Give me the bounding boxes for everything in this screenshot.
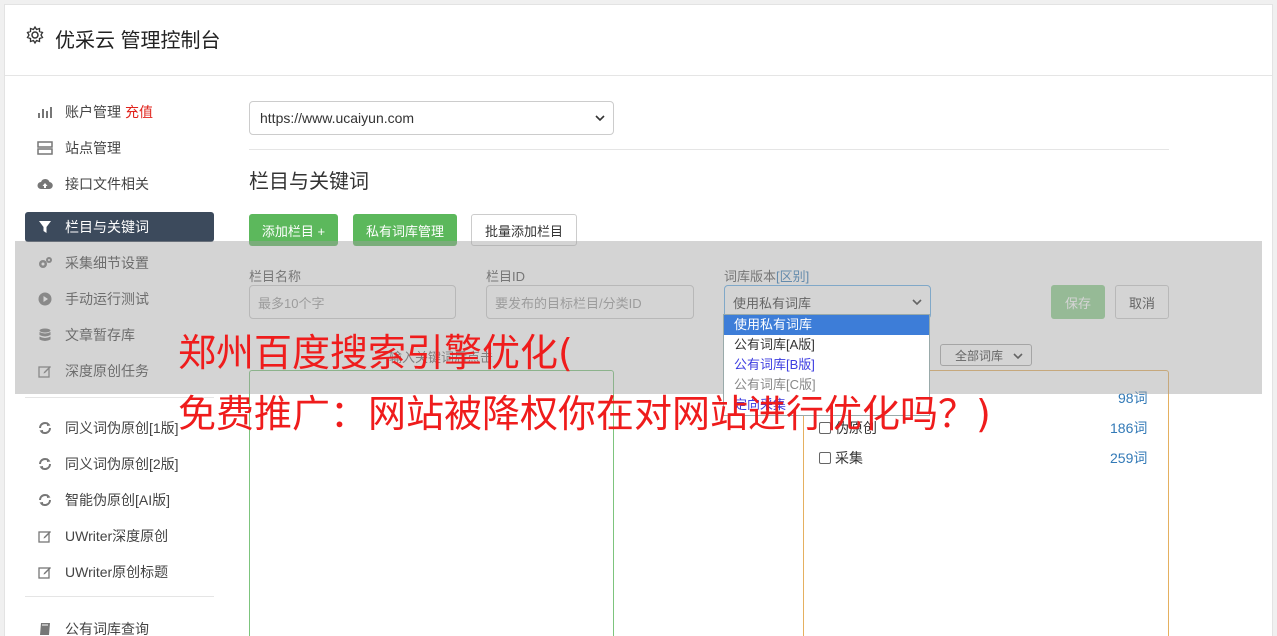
section-title: 栏目与关键词 xyxy=(249,171,369,193)
sidebar-item-columns[interactable]: 栏目与关键词 xyxy=(25,212,214,242)
sidebar-item-label: 栏目与关键词 xyxy=(65,219,149,235)
sidebar-item-uwriter-deep[interactable]: UWriter深度原创 xyxy=(25,521,214,551)
sidebar-item-interface[interactable]: 接口文件相关 xyxy=(25,169,214,199)
checkbox[interactable] xyxy=(819,452,831,464)
sidebar-item-label: 同义词伪原创[1版] xyxy=(65,420,179,436)
sidebar-divider xyxy=(25,596,214,597)
bar-chart-icon xyxy=(37,104,53,120)
site-select[interactable]: https://www.ucaiyun.com xyxy=(249,101,614,135)
page-title: 优采云 管理控制台 xyxy=(55,30,221,52)
sidebar-item-label: 接口文件相关 xyxy=(65,176,149,192)
sidebar-item-label: 同义词伪原创[2版] xyxy=(65,456,179,472)
sidebar-item-uwriter-title[interactable]: UWriter原创标题 xyxy=(25,557,214,587)
header: 优采云 管理控制台 xyxy=(5,5,1272,76)
recharge-link[interactable]: 充值 xyxy=(125,102,153,122)
dropdown-option[interactable]: 公有词库[B版] xyxy=(724,355,929,375)
site-select-value: https://www.ucaiyun.com xyxy=(260,110,415,126)
sidebar-item-synonym-v2[interactable]: 同义词伪原创[2版] xyxy=(25,449,214,479)
sidebar-item-account[interactable]: 账户管理 充值 xyxy=(25,97,214,127)
refresh-icon xyxy=(37,420,53,436)
sidebar-item-sites[interactable]: 站点管理 xyxy=(25,133,214,163)
refresh-icon xyxy=(37,456,53,472)
edit-icon xyxy=(37,564,53,580)
chevron-down-icon xyxy=(595,115,605,122)
server-icon xyxy=(37,140,53,156)
sidebar-item-label: UWriter原创标题 xyxy=(65,564,169,580)
sidebar-item-ai-rewrite[interactable]: 智能伪原创[AI版] xyxy=(25,485,214,515)
sidebar-item-label: 公有词库查询 xyxy=(65,621,149,636)
sidebar-item-label: 账户管理 xyxy=(65,104,121,120)
word-lib-item[interactable]: 采集 xyxy=(819,448,863,468)
overlay-title-line1: 郑州百度搜索引擎优化( xyxy=(178,331,573,375)
edit-icon xyxy=(37,528,53,544)
sidebar-item-label: 智能伪原创[AI版] xyxy=(65,492,171,508)
overlay-title-line2: 免费推广：网站被降权你在对网站进行优化吗？) xyxy=(178,392,991,436)
gear-icon xyxy=(26,25,44,45)
word-count: 186词 xyxy=(1110,420,1148,436)
sidebar-item-label: 站点管理 xyxy=(65,140,121,156)
cloud-upload-icon xyxy=(37,176,53,192)
sidebar-item-public-lib[interactable]: 公有词库查询 xyxy=(25,614,214,636)
dropdown-option[interactable]: 公有词库[A版] xyxy=(724,335,929,355)
book-icon xyxy=(37,621,53,636)
word-count: 259词 xyxy=(1110,450,1148,466)
word-lib-label: 采集 xyxy=(835,450,863,466)
sidebar-item-label: UWriter深度原创 xyxy=(65,528,169,544)
filter-icon xyxy=(37,219,53,235)
divider xyxy=(249,149,1169,150)
dropdown-option[interactable]: 使用私有词库 xyxy=(724,315,929,335)
refresh-icon xyxy=(37,492,53,508)
